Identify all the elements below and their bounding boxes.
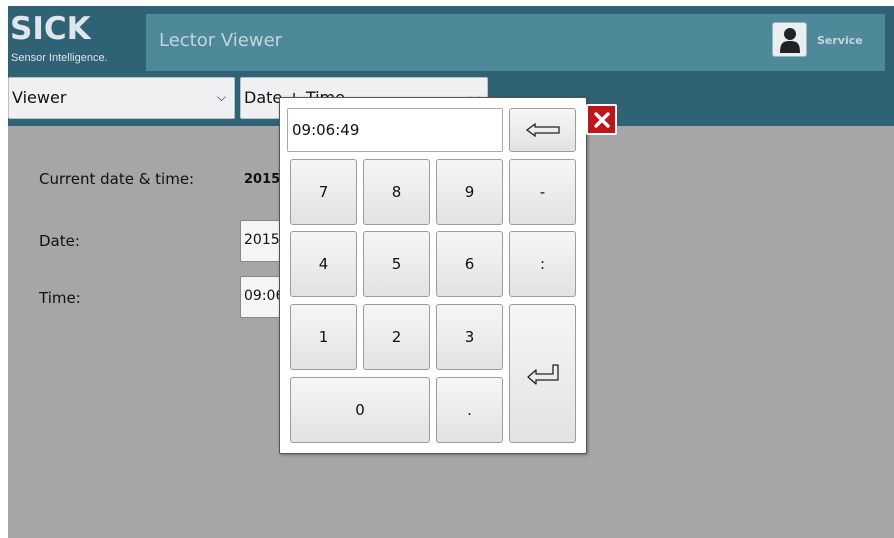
keypad-display[interactable]: 09:06:49 [287, 108, 503, 152]
backspace-arrow-icon [525, 122, 560, 138]
sick-logo: SICK Sensor Intelligence. [8, 6, 140, 71]
close-icon [593, 111, 610, 128]
key-2[interactable]: 2 [363, 304, 430, 370]
key-dot[interactable]: . [436, 377, 503, 443]
key-dash[interactable]: - [509, 159, 576, 225]
current-datetime-value: 2015 [244, 172, 281, 187]
backspace-button[interactable] [509, 108, 576, 152]
viewer-select[interactable]: Viewer ⌵ [8, 77, 235, 119]
key-7[interactable]: 7 [290, 159, 357, 225]
key-3[interactable]: 3 [436, 304, 503, 370]
key-colon[interactable]: : [509, 231, 576, 297]
app-title: Lector Viewer [159, 30, 283, 51]
key-1[interactable]: 1 [290, 304, 357, 370]
keypad-display-value: 09:06:49 [292, 121, 360, 139]
key-9[interactable]: 9 [436, 159, 503, 225]
viewer-select-value: Viewer [12, 88, 67, 107]
header: SICK Sensor Intelligence. Lector Viewer … [8, 6, 894, 71]
current-datetime-label: Current date & time: [39, 170, 195, 188]
key-6[interactable]: 6 [436, 231, 503, 297]
key-0[interactable]: 0 [290, 377, 430, 443]
time-label: Time: [39, 289, 81, 307]
user-icon [780, 28, 800, 53]
enter-return-icon [526, 363, 559, 385]
logo-text: SICK [10, 11, 91, 47]
key-4[interactable]: 4 [290, 231, 357, 297]
key-8[interactable]: 8 [363, 159, 430, 225]
key-5[interactable]: 5 [363, 231, 430, 297]
logo-subtitle: Sensor Intelligence. [11, 52, 108, 64]
enter-button[interactable] [509, 304, 576, 443]
user-button[interactable] [772, 22, 807, 57]
service-label[interactable]: Service [817, 34, 863, 47]
title-bar: Lector Viewer Service [146, 14, 885, 71]
date-label: Date: [39, 232, 80, 250]
chevron-down-icon: ⌵ [216, 90, 226, 104]
keypad-close-button[interactable] [586, 104, 617, 135]
numeric-keypad-dialog: 09:06:49 7 8 9 - 4 5 6 : 1 2 3 0 . [279, 97, 587, 454]
date-field-value: 2015 [244, 232, 280, 248]
